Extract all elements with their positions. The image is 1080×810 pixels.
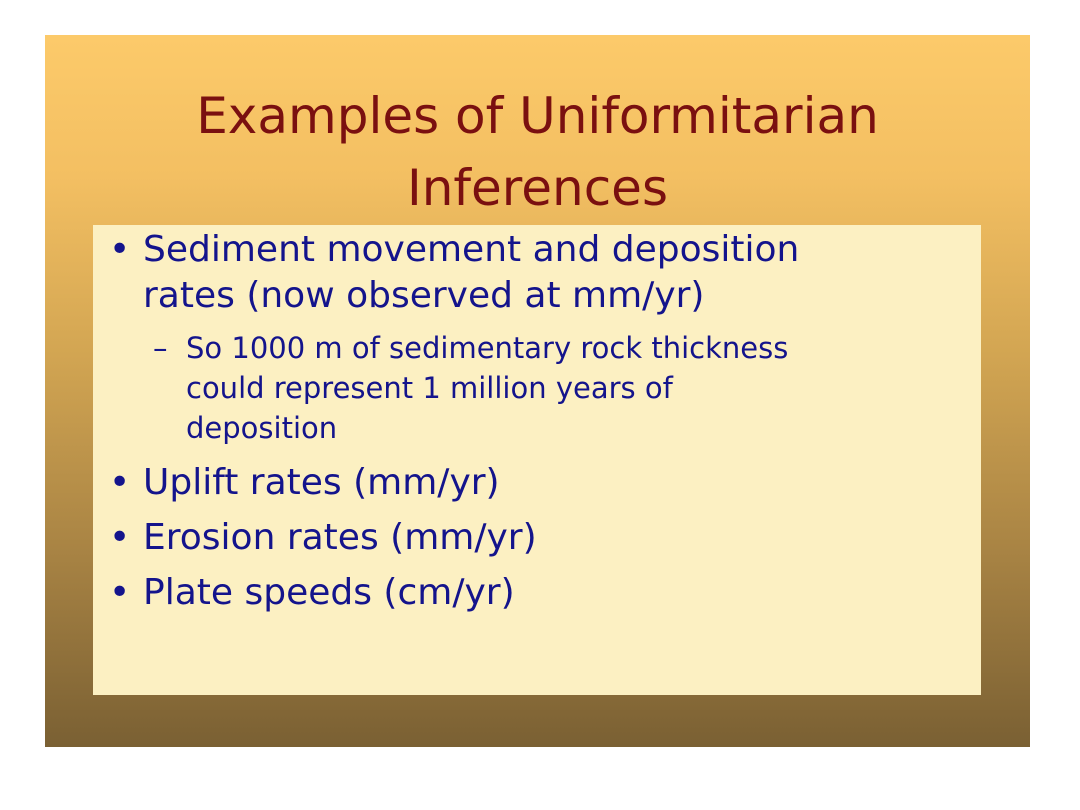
dash-marker: – <box>153 331 168 365</box>
bullet-marker: • <box>109 229 131 270</box>
bullet-text-line: Erosion rates (mm/yr) <box>143 517 537 558</box>
bullet-marker: • <box>109 462 131 503</box>
bullet-marker: • <box>109 517 131 558</box>
bullet-text-line: rates (now observed at mm/yr) <box>143 275 705 316</box>
sub-item-text-line: could represent 1 million years of <box>186 371 673 405</box>
bullet-text-line: Sediment movement and deposition <box>143 229 800 270</box>
sub-item-text-line: deposition <box>186 411 338 445</box>
content-box: • Sediment movement and deposition rates… <box>93 225 981 695</box>
slide-title: Examples of Uniformitarian Inferences <box>45 80 1030 224</box>
sub-item-text-line: So 1000 m of sedimentary rock thickness <box>186 331 789 365</box>
title-line-1: Examples of Uniformitarian <box>196 87 879 145</box>
bullet-marker: • <box>109 572 131 613</box>
bullet-text-line: Uplift rates (mm/yr) <box>143 462 500 503</box>
slide: Examples of Uniformitarian Inferences • … <box>45 35 1030 747</box>
title-line-2: Inferences <box>406 159 668 217</box>
bullet-text-line: Plate speeds (cm/yr) <box>143 572 515 613</box>
